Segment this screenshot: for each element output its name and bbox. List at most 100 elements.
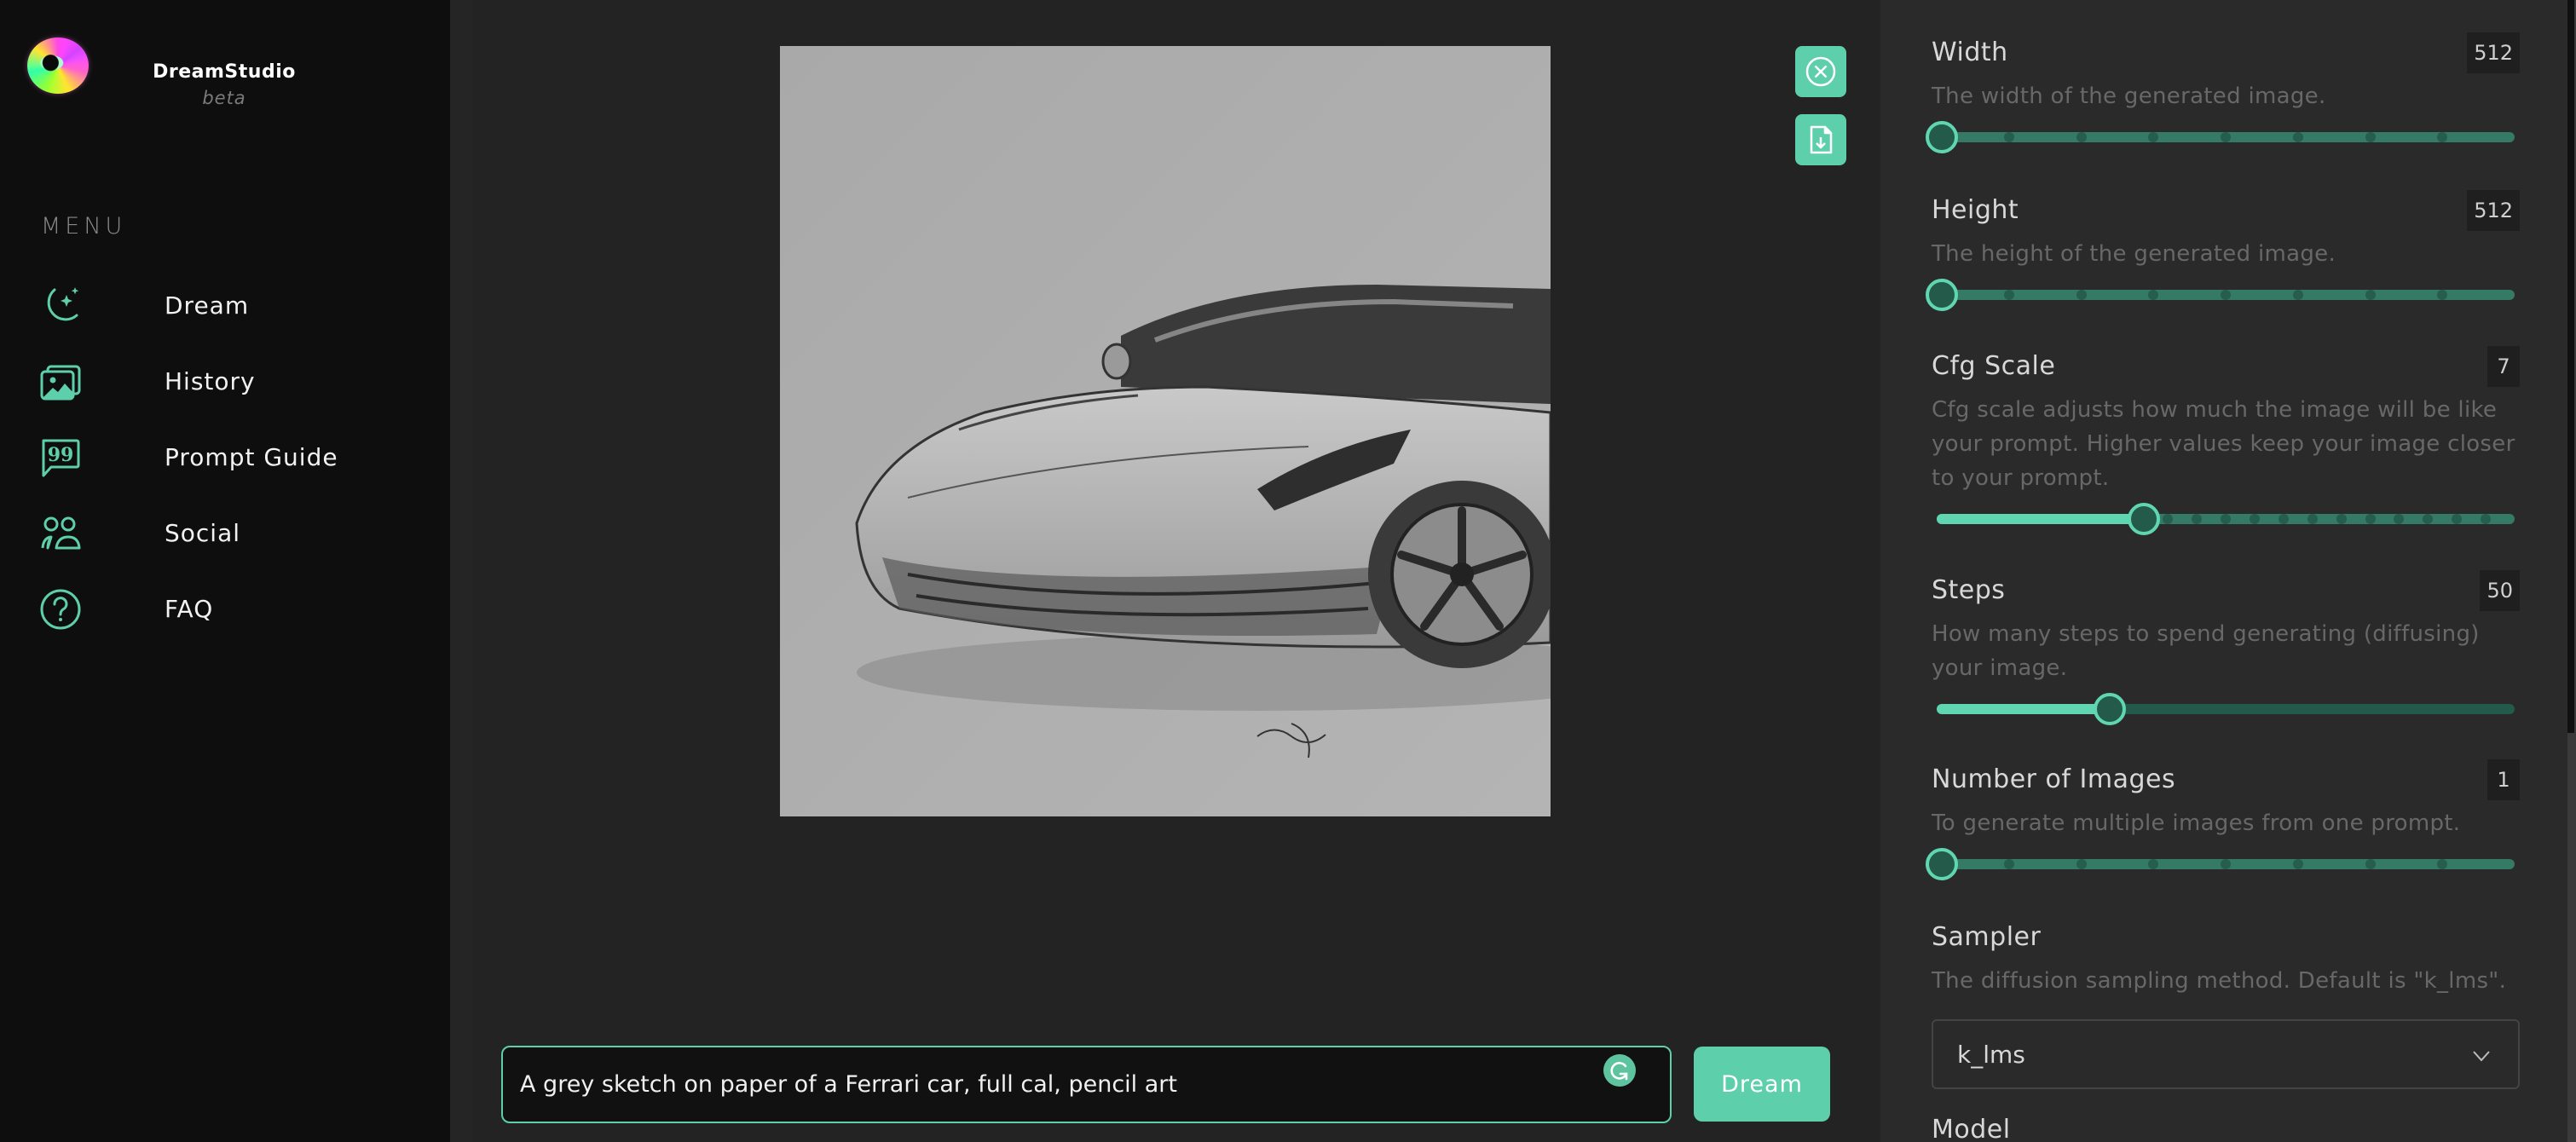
slider-tick xyxy=(2221,290,2231,300)
slider-thumb[interactable] xyxy=(2128,503,2161,535)
setting-description: The diffusion sampling method. Default i… xyxy=(1932,968,2507,994)
slider-tick xyxy=(2365,514,2376,524)
images-icon xyxy=(39,360,82,403)
setting-title: Number of Images xyxy=(1932,764,2176,794)
setting-title: Cfg Scale xyxy=(1932,351,2056,381)
setting-title: Width xyxy=(1932,37,2008,67)
main-area: Dream xyxy=(450,0,1880,1142)
slider-thumb[interactable] xyxy=(1926,121,1958,153)
setting-height: Height 512 The height of the generated i… xyxy=(1926,190,2520,312)
svg-text:99: 99 xyxy=(48,444,74,466)
sidebar-item-dream[interactable]: Dream xyxy=(0,268,450,343)
slider-tick xyxy=(2307,514,2318,524)
scrollbar-thumb[interactable] xyxy=(2567,0,2574,733)
sidebar-item-label: History xyxy=(165,367,256,395)
slider-tick xyxy=(2365,859,2376,869)
prompt-field[interactable] xyxy=(501,1046,1672,1123)
slider-thumb[interactable] xyxy=(1926,848,1958,880)
height-slider[interactable] xyxy=(1926,278,2520,312)
setting-description: How many steps to spend generating (diff… xyxy=(1932,621,2480,681)
file-download-icon xyxy=(1810,125,1833,154)
slider-thumb[interactable] xyxy=(2093,693,2126,725)
num-images-slider[interactable] xyxy=(1926,847,2520,881)
slider-fill xyxy=(1937,514,2140,524)
slider-tick xyxy=(2221,514,2231,524)
sidebar-item-label: FAQ xyxy=(165,595,214,623)
sidebar-nav: Dream History 99 Prompt Guide Social FAQ xyxy=(0,268,450,647)
chevron-down-icon xyxy=(2473,1051,2490,1062)
steps-value[interactable]: 50 xyxy=(2480,570,2520,611)
slider-tick xyxy=(2292,132,2303,142)
height-value[interactable]: 512 xyxy=(2467,190,2520,231)
slider-tick xyxy=(2076,859,2087,869)
sidebar-item-label: Prompt Guide xyxy=(165,443,338,471)
sampler-select[interactable]: k_lms xyxy=(1932,1019,2520,1089)
num-images-value[interactable]: 1 xyxy=(2487,759,2520,800)
setting-steps: Steps 50 How many steps to spend generat… xyxy=(1932,570,2520,726)
download-image-button[interactable] xyxy=(1795,114,1846,165)
slider-tick xyxy=(2076,132,2087,142)
beta-tag: beta xyxy=(202,88,246,108)
dreamstudio-logo-icon[interactable] xyxy=(27,37,89,94)
quote-bubble-icon: 99 xyxy=(39,436,82,479)
slider-tick xyxy=(2292,859,2303,869)
generated-image[interactable] xyxy=(780,46,1551,816)
setting-title: Model xyxy=(1932,1115,2011,1142)
sidebar-item-prompt-guide[interactable]: 99 Prompt Guide xyxy=(0,419,450,495)
cfg-scale-value[interactable]: 7 xyxy=(2487,346,2520,387)
sidebar-item-label: Social xyxy=(165,519,241,547)
setting-description: The height of the generated image. xyxy=(1932,241,2336,267)
width-value[interactable]: 512 xyxy=(2467,32,2520,73)
discard-image-button[interactable] xyxy=(1795,46,1846,97)
setting-width: Width 512 The width of the generated ima… xyxy=(1926,32,2520,154)
prompt-input[interactable] xyxy=(520,1071,1594,1098)
slider-tick xyxy=(2003,132,2014,142)
slider-fill xyxy=(1937,704,2105,714)
slider-tick xyxy=(2365,132,2376,142)
sidebar: DreamStudio beta MENU Dream History 99 P… xyxy=(0,0,450,1142)
setting-title: Steps xyxy=(1932,575,2006,605)
setting-sampler: Sampler The diffusion sampling method. D… xyxy=(1932,922,2520,998)
slider-tick xyxy=(2336,514,2347,524)
grammarly-refresh-icon[interactable] xyxy=(1603,1054,1636,1087)
app-root: DreamStudio beta MENU Dream History 99 P… xyxy=(0,0,2576,1142)
car-sketch-illustration xyxy=(780,46,1551,816)
slider-thumb[interactable] xyxy=(1926,279,1958,311)
setting-description: The width of the generated image. xyxy=(1932,84,2326,109)
cfg-scale-slider[interactable] xyxy=(1932,502,2520,536)
app-name: DreamStudio xyxy=(153,61,296,83)
users-icon xyxy=(39,512,82,555)
steps-slider[interactable] xyxy=(1932,692,2520,726)
slider-tick xyxy=(2278,514,2289,524)
setting-num-images: Number of Images 1 To generate multiple … xyxy=(1926,759,2520,881)
panel-scrollbar[interactable] xyxy=(2567,0,2576,1142)
slider-tick xyxy=(2249,514,2260,524)
slider-tick xyxy=(2076,290,2087,300)
sidebar-item-faq[interactable]: FAQ xyxy=(0,571,450,647)
dream-button[interactable]: Dream xyxy=(1694,1047,1830,1122)
sidebar-item-social[interactable]: Social xyxy=(0,495,450,571)
setting-title: Sampler xyxy=(1932,922,2042,952)
setting-description: Cfg scale adjusts how much the image wil… xyxy=(1932,397,2515,491)
menu-heading: MENU xyxy=(41,213,127,239)
slider-tick xyxy=(2003,290,2014,300)
slider-tick xyxy=(2192,514,2203,524)
question-circle-icon xyxy=(39,588,82,631)
setting-title: Height xyxy=(1932,195,2019,225)
setting-description: To generate multiple images from one pro… xyxy=(1932,810,2461,836)
slider-tick xyxy=(2221,859,2231,869)
brand: DreamStudio beta xyxy=(136,61,312,108)
slider-tick xyxy=(2481,514,2492,524)
slider-tick xyxy=(2221,132,2231,142)
sidebar-item-history[interactable]: History xyxy=(0,343,450,419)
moon-stars-icon xyxy=(39,285,82,327)
sampler-selected-value: k_lms xyxy=(1957,1040,2025,1069)
close-circle-icon xyxy=(1805,56,1836,87)
slider-tick xyxy=(2292,290,2303,300)
main-edge-strip xyxy=(450,0,473,1142)
sidebar-item-label: Dream xyxy=(165,291,250,320)
setting-model: Model xyxy=(1932,1115,2520,1142)
width-slider[interactable] xyxy=(1926,120,2520,154)
settings-panel: Width 512 The width of the generated ima… xyxy=(1880,0,2576,1142)
slider-tick xyxy=(2365,290,2376,300)
